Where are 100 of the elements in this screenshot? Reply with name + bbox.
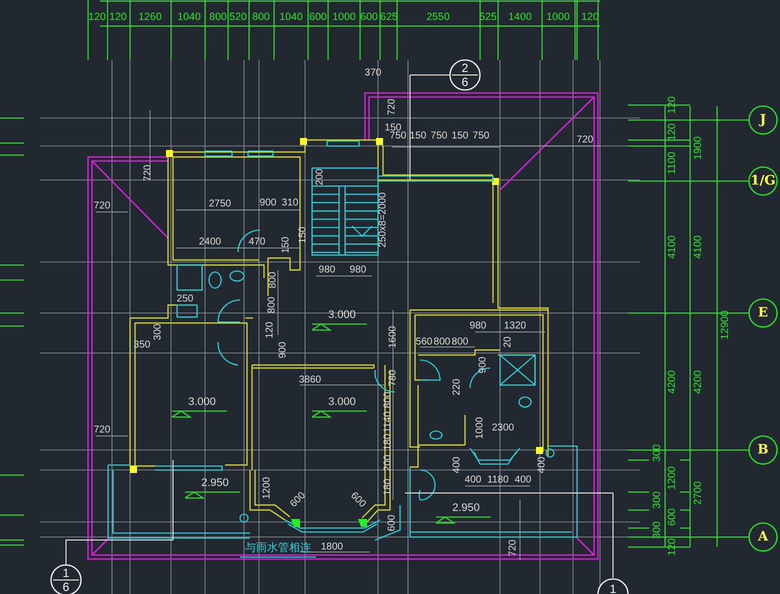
- dimension-text: 520: [229, 11, 247, 23]
- dimension-text: 150: [298, 226, 308, 244]
- elevation-text: 3.000: [328, 309, 356, 321]
- dimension-text: 2400: [198, 236, 222, 248]
- dimension-text: 720: [94, 200, 110, 212]
- dimension-text: 800: [382, 392, 394, 408]
- dimension-text: 980: [318, 264, 336, 276]
- dimension-text: 600: [360, 11, 378, 23]
- dimension-text: 600: [386, 514, 398, 532]
- axis-label: J: [760, 112, 766, 128]
- dimension-text: 1040: [177, 11, 201, 23]
- dimension-text: 600: [666, 508, 678, 526]
- section-marker-text: 1: [610, 582, 616, 594]
- dimension-text: 200: [382, 454, 394, 472]
- dimension-text: 800: [266, 296, 278, 314]
- dimension-text: 120: [109, 11, 127, 23]
- dimension-text: 1000: [546, 11, 570, 23]
- dimension-text: 2300: [492, 422, 514, 434]
- dimension-text: 900: [478, 356, 488, 374]
- elevation-marker: [310, 410, 367, 418]
- dimension-text: 400: [464, 474, 482, 486]
- dimension-text: 800: [268, 272, 278, 288]
- axis-label: B: [758, 442, 768, 458]
- dimension-text: 120: [264, 322, 276, 338]
- elevation-text: 3.000: [328, 396, 356, 408]
- dimension-text: 4200: [692, 370, 704, 394]
- elevation-marker: [183, 491, 240, 499]
- dimension-text: 400: [514, 474, 532, 486]
- dimension-text: 2550: [426, 11, 450, 23]
- dimension-text: 750: [390, 130, 406, 142]
- dimension-text: 1000: [332, 11, 356, 23]
- elevation-marker: [310, 323, 367, 331]
- elevation-text: 2.950: [201, 477, 229, 489]
- elevation-text: 2.950: [452, 502, 480, 514]
- dimension-text: 1600: [388, 326, 398, 348]
- dimension-text: 370: [364, 68, 382, 78]
- dimension-text: 1900: [692, 136, 704, 160]
- dimension-text: 720: [508, 540, 518, 556]
- dimension-text: 720: [142, 164, 154, 182]
- dimension-text: 2700: [692, 481, 704, 505]
- dimension-text: 600: [348, 490, 368, 510]
- dimension-text: 1100: [666, 152, 678, 174]
- dimension-text: 600: [288, 490, 308, 510]
- dimension-text: 2750: [208, 198, 232, 210]
- dimension-text: 300: [152, 324, 164, 340]
- dimension-text: 120: [88, 11, 106, 23]
- dimension-text: 900: [260, 198, 276, 208]
- dimension-text: 1320: [504, 320, 526, 332]
- dimension-text: 900: [278, 342, 288, 358]
- dimension-text: 310: [282, 198, 298, 208]
- dimension-text: 1040: [279, 11, 303, 23]
- elevation-text: 3.000: [188, 396, 216, 408]
- dimension-text: 3860: [298, 374, 322, 386]
- dimension-text: 300: [651, 444, 663, 462]
- dimension-text: 1400: [508, 11, 532, 23]
- dimension-text: 800: [434, 336, 450, 348]
- dimension-text: 720: [576, 134, 594, 146]
- dimension-text: 1000: [474, 416, 486, 440]
- elevation-marker: [170, 410, 227, 418]
- dimension-text: 720: [386, 98, 398, 116]
- dimension-text: 750: [472, 130, 490, 142]
- dimension-text: 1260: [138, 11, 162, 23]
- section-marker-text: 1: [62, 566, 70, 580]
- section-marker-circle: [449, 59, 481, 91]
- dimension-text: 180: [382, 434, 394, 450]
- dimension-text: 4100: [692, 235, 704, 259]
- section-marker-text: 2: [462, 61, 468, 75]
- section-marker-text: 6: [462, 75, 468, 89]
- dimension-text: 720: [94, 424, 110, 436]
- dimension-text: 250: [176, 294, 194, 304]
- dimension-text: 400: [536, 456, 548, 474]
- elevation-marker: [434, 516, 491, 524]
- dimension-text: 4200: [666, 370, 678, 394]
- dimension-text: 1800: [320, 542, 344, 552]
- dimension-text: 470: [248, 236, 266, 248]
- dimension-text: 780: [388, 370, 398, 386]
- note-text: 与雨水管相连: [245, 542, 311, 554]
- dimension-text: 12900: [719, 310, 731, 340]
- section-marker-text: 6: [62, 580, 70, 594]
- dimension-text: 300: [651, 491, 663, 509]
- axis-label: 1/G: [750, 174, 776, 188]
- dimension-text: 200: [314, 168, 326, 186]
- dimension-text: 600: [309, 11, 327, 23]
- dimension-text: 180: [382, 478, 394, 496]
- dimension-text: 800: [209, 11, 227, 23]
- dimension-text: 625: [380, 11, 398, 23]
- dimension-text: 750: [430, 130, 448, 142]
- dimension-text: 1180: [487, 474, 509, 486]
- dimension-text: 120: [666, 123, 678, 141]
- dimension-text: 1200: [666, 466, 678, 490]
- dimension-text: 800: [252, 11, 270, 23]
- dimension-text: 150: [280, 236, 292, 254]
- dimension-text: 980: [350, 264, 366, 276]
- axis-label: A: [758, 530, 768, 544]
- axis-label: E: [758, 306, 768, 320]
- dimension-text: 800: [452, 336, 468, 348]
- dimension-text: 150: [452, 130, 468, 142]
- dimension-text: 250x8=2000: [378, 192, 388, 248]
- dimension-text: 400: [452, 456, 462, 474]
- dimension-text: 220: [452, 378, 462, 396]
